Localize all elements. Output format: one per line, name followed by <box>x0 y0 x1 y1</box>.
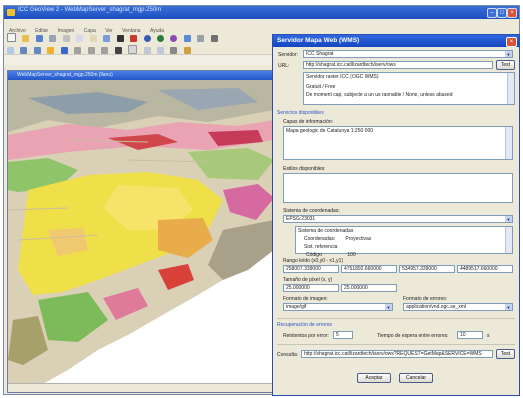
info-line: De moment cap, subjecte a un us raonable… <box>306 92 453 98</box>
toolbar-tertiary <box>4 54 272 65</box>
draw-line-icon[interactable] <box>143 47 151 54</box>
table-icon[interactable] <box>128 45 138 54</box>
crs-value: EPSG:23031 <box>286 216 316 222</box>
range-x1-field[interactable]: 534957.339000 <box>399 265 455 273</box>
pixel-x-field[interactable]: 25.000000 <box>283 284 339 292</box>
divider <box>277 344 515 345</box>
error-format-select[interactable]: application/vnd.ogc.se_xml ▼ <box>403 303 513 311</box>
crs-info-row: Coordenadas: Proyectivas <box>296 235 512 243</box>
app-icon <box>7 9 15 16</box>
crs-info-value: Proyectivas <box>345 236 372 242</box>
map-window-titlebar: WebMapServer_shagrat_mgp.250m (llano) <box>8 71 274 80</box>
styles-label: Estilos disponibles: <box>283 166 326 172</box>
layer-item[interactable]: Mapa geologic de Catalunya 1:250 000 <box>284 127 512 135</box>
chevron-down-icon: ▼ <box>505 304 512 310</box>
crs-label: Sistema de coordenadas: <box>283 208 340 214</box>
dialog-titlebar: Servidor Mapa Web (WMS) × <box>273 35 519 47</box>
menubar: Archivo Editar Imagen Capa Ver Ventana A… <box>4 19 272 34</box>
divider <box>277 318 515 319</box>
query-label: Consulta: <box>277 352 299 358</box>
recovery-section-title: Recuperación de errores <box>277 322 333 328</box>
chevron-down-icon: ▼ <box>505 51 512 57</box>
range-x0-field[interactable]: 258007.339000 <box>283 265 339 273</box>
crs-scrollbar[interactable] <box>505 227 512 253</box>
maximize-icon[interactable]: □ <box>497 8 507 18</box>
url-field[interactable]: http://shagrat.icc.cat/lizardtech/iserv/… <box>303 61 493 69</box>
chevron-down-icon: ▼ <box>385 304 392 310</box>
crs-info-row: Sist. referencia <box>296 243 512 251</box>
accept-button[interactable]: Aceptar <box>357 373 391 383</box>
crs-info-key: Sist. referencia <box>304 244 338 250</box>
pan-icon[interactable] <box>47 47 55 54</box>
zoom-out-icon[interactable] <box>33 47 41 54</box>
cancel-button[interactable]: Cancelar <box>399 373 433 383</box>
server-select[interactable]: ICC Shagrat ▼ <box>303 50 513 58</box>
wms-dialog: Servidor Mapa Web (WMS) × Servidor: ICC … <box>272 34 520 396</box>
retries-field[interactable]: 5 <box>333 331 353 339</box>
crs-select[interactable]: EPSG:23031 ▼ <box>283 215 513 223</box>
timeout-field[interactable]: 10 <box>457 331 483 339</box>
pixel-size-label: Tamaño de píxel (x, y) <box>283 277 333 283</box>
info-line: Gratuit / Free <box>306 84 336 90</box>
url-test-button[interactable]: Test <box>496 60 515 70</box>
server-info-box: Servidor raster ICC (OGC WMS) Gratuit / … <box>303 72 515 105</box>
crs-info-row: Sistema de coordenadas <box>296 227 512 235</box>
query-test-button[interactable]: Test <box>496 349 515 359</box>
dialog-title: Servidor Mapa Web (WMS) <box>277 37 360 44</box>
window-close-icon[interactable]: × <box>507 8 517 18</box>
query-value: http://shagrat.icc.cat/lizardtech/iserv/… <box>304 351 482 357</box>
app-window: ICC GeoView 2 - WebMapServer_shagrat_mgp… <box>3 5 520 396</box>
url-value: http://shagrat.icc.cat/lizardtech/iserv/… <box>306 62 396 68</box>
app-title: ICC GeoView 2 - WebMapServer_shagrat_mgp… <box>18 7 162 13</box>
draw-polygon-icon[interactable] <box>156 47 164 54</box>
retries-label: Reintentos por error: <box>283 333 329 339</box>
error-format-value: application/vnd.ogc.se_xml <box>406 304 467 310</box>
map-window-title: WebMapServer_shagrat_mgp.250m (llano) <box>17 72 113 78</box>
crs-info-key: Coordenadas: <box>304 236 336 242</box>
query-field[interactable]: http://shagrat.icc.cat/lizardtech/iserv/… <box>301 350 493 358</box>
zoom-in-icon[interactable] <box>20 47 28 54</box>
map-statusbar <box>8 383 274 392</box>
server-value: ICC Shagrat <box>306 51 334 57</box>
range-y0-field[interactable]: 4751892.660000 <box>341 265 397 273</box>
app-titlebar: ICC GeoView 2 - WebMapServer_shagrat_mgp… <box>4 6 519 19</box>
toolbar-secondary <box>6 41 270 54</box>
styles-list[interactable] <box>283 173 513 203</box>
image-format-value: image/gif <box>286 304 307 310</box>
image-format-label: Formato de imagen: <box>283 296 328 302</box>
image-format-select[interactable]: image/gif ▼ <box>283 303 393 311</box>
range-y1-field[interactable]: 4489517.660000 <box>457 265 513 273</box>
crs-info-box: Sistema de coordenadas Coordenadas: Proy… <box>295 226 513 258</box>
back-icon[interactable] <box>87 47 95 54</box>
export-icon[interactable] <box>183 47 191 54</box>
refresh-icon[interactable] <box>60 47 68 54</box>
layers-label: Capas de información: <box>283 119 334 125</box>
info-icon[interactable] <box>170 47 178 54</box>
layers-list[interactable]: Mapa geologic de Catalunya 1:250 000 <box>283 126 513 160</box>
timeout-label: Tiempo de espera entre errores: <box>377 333 449 339</box>
info-scrollbar[interactable] <box>507 73 514 104</box>
error-format-label: Formato de errores: <box>403 296 448 302</box>
crs-info-key: Sistema de coordenadas <box>298 228 354 234</box>
map-window: WebMapServer_shagrat_mgp.250m (llano) <box>7 70 275 393</box>
minimize-icon[interactable]: – <box>487 8 497 18</box>
timeout-unit: s <box>487 333 490 339</box>
zoom-extent-icon[interactable] <box>7 47 14 54</box>
range-label: Rango leído (x0,y0 - x1,y1) <box>283 258 344 264</box>
toolbar-primary <box>6 29 270 42</box>
pixel-y-field[interactable]: 25.000000 <box>341 284 397 292</box>
services-section-title: Servicios disponibles <box>277 110 324 116</box>
chevron-down-icon: ▼ <box>505 216 512 222</box>
measure-icon[interactable] <box>74 47 82 54</box>
geologic-map[interactable] <box>8 80 274 384</box>
crs-info-value: 100 <box>347 252 356 258</box>
info-line: Servidor raster ICC (OGC WMS) <box>306 74 379 80</box>
forward-icon[interactable] <box>101 47 109 54</box>
layers-scrollbar[interactable] <box>505 127 512 159</box>
dialog-close-icon[interactable]: × <box>506 37 517 47</box>
server-label: Servidor: <box>278 52 299 58</box>
select-icon[interactable] <box>114 47 122 54</box>
url-label: URL: <box>278 63 290 69</box>
